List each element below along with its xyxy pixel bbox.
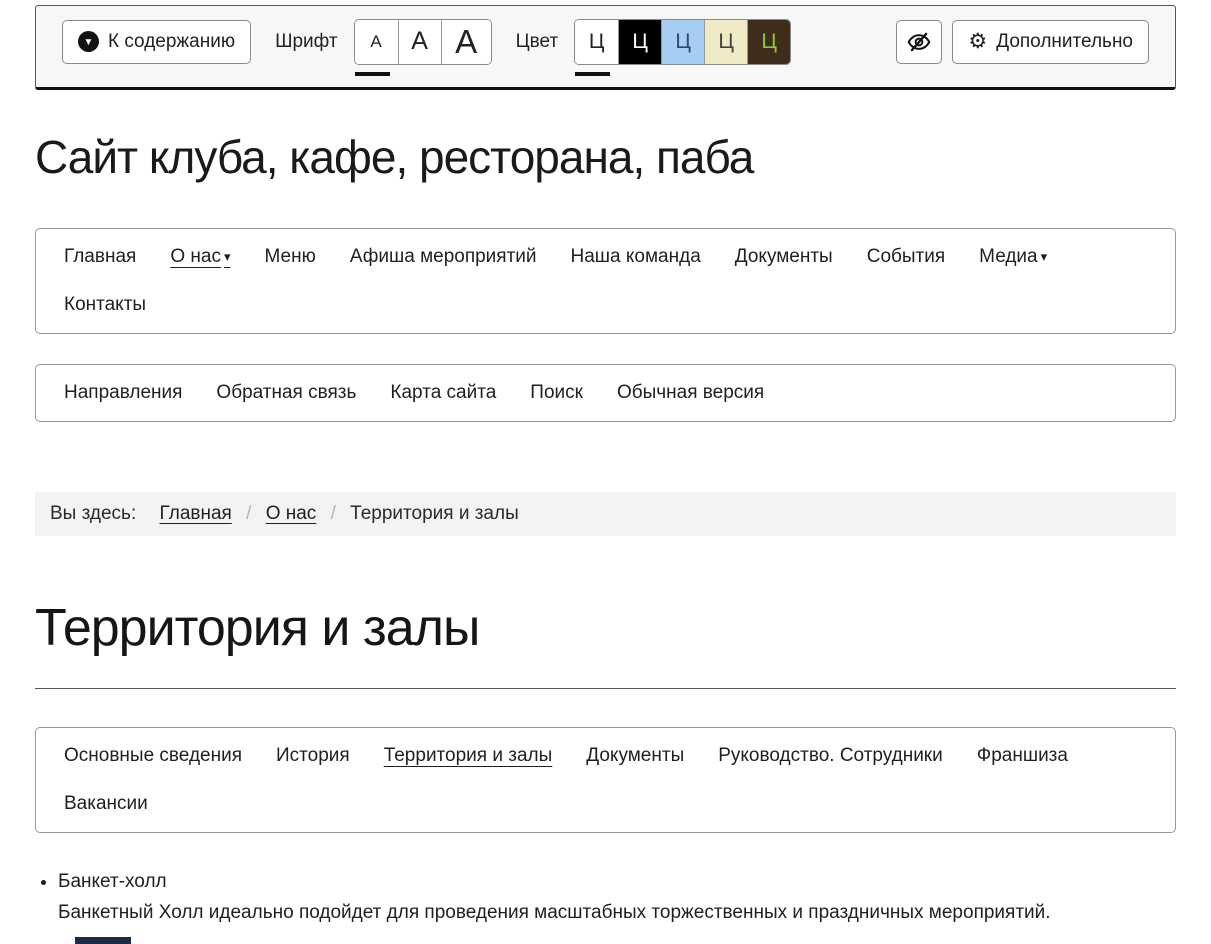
color-scheme-group: Ц Ц Ц Ц Ц [574, 19, 791, 65]
nav-item-o-nas[interactable]: О нас▾ [170, 246, 230, 268]
to-content-button[interactable]: ▼ К содержанию [62, 20, 251, 64]
nav-item-obychnaya-versiya[interactable]: Обычная версия [617, 382, 764, 404]
section-tabs: Основные сведения История Территория и з… [35, 727, 1176, 833]
nav-item-afisha[interactable]: Афиша мероприятий [350, 246, 537, 268]
breadcrumb-current: Территория и залы [350, 503, 519, 524]
breadcrumb-link-glavnaya[interactable]: Главная [160, 503, 232, 524]
color-scheme-button-5[interactable]: Ц [747, 20, 790, 64]
breadcrumb-separator: / [331, 503, 336, 524]
nav-item-napravleniya[interactable]: Направления [64, 382, 182, 404]
font-label: Шрифт [275, 31, 338, 53]
page-content: Банкет-холл Банкетный Холл идеально подо… [35, 867, 1176, 944]
site-title: Сайт клуба, кафе, ресторана, паба [35, 130, 1176, 184]
color-scheme-button-3[interactable]: Ц [661, 20, 704, 64]
main-navigation: Главная О нас▾ Меню Афиша мероприятий На… [35, 228, 1176, 334]
nav-item-obratnaya-svyaz[interactable]: Обратная связь [216, 382, 356, 404]
halls-list: Банкет-холл Банкетный Холл идеально подо… [35, 867, 1176, 929]
extra-settings-button[interactable]: ⚙ Дополнительно [952, 20, 1149, 64]
page-title: Территория и залы [35, 598, 1176, 689]
list-item: Банкет-холл Банкетный Холл идеально подо… [58, 867, 1176, 929]
tab-dokumenty[interactable]: Документы [586, 745, 684, 767]
nav-item-sobytiya[interactable]: События [867, 246, 945, 268]
nav-item-media-label: Медиа [979, 246, 1037, 267]
tab-franshiza[interactable]: Франшиза [977, 745, 1068, 767]
secondary-navigation: Направления Обратная связь Карта сайта П… [35, 364, 1176, 422]
page: ▼ К содержанию Шрифт А А А Цвет Ц Ц Ц Ц … [0, 0, 1211, 944]
tab-vakansii[interactable]: Вакансии [64, 793, 148, 815]
arrow-down-circle-icon: ▼ [78, 31, 99, 52]
content-image-top-edge [75, 937, 131, 944]
chevron-down-icon: ▾ [224, 249, 231, 264]
nav-item-komanda[interactable]: Наша команда [571, 246, 701, 268]
hall-description: Банкетный Холл идеально подойдет для про… [58, 898, 1176, 929]
font-size-button-2[interactable]: А [398, 20, 441, 64]
color-label: Цвет [516, 31, 559, 53]
nav-item-menyu[interactable]: Меню [264, 246, 315, 268]
tab-istoriya[interactable]: История [276, 745, 350, 767]
tab-rukovodstvo-sotrudniki[interactable]: Руководство. Сотрудники [718, 745, 943, 767]
nav-item-dokumenty[interactable]: Документы [735, 246, 833, 268]
nav-item-poisk[interactable]: Поиск [530, 382, 583, 404]
color-scheme-button-1[interactable]: Ц [575, 20, 618, 64]
to-content-label: К содержанию [108, 31, 235, 53]
tab-territoriya-i-zaly[interactable]: Территория и залы [384, 745, 553, 767]
nav-item-karta-sayta[interactable]: Карта сайта [390, 382, 496, 404]
nav-item-kontakty[interactable]: Контакты [64, 294, 146, 316]
images-toggle-button[interactable] [896, 20, 942, 64]
nav-item-o-nas-label: О нас [170, 246, 221, 267]
breadcrumb-link-o-nas[interactable]: О нас [266, 503, 317, 524]
breadcrumb-prefix: Вы здесь: [50, 503, 136, 524]
color-scheme-button-4[interactable]: Ц [704, 20, 747, 64]
accessibility-toolbar: ▼ К содержанию Шрифт А А А Цвет Ц Ц Ц Ц … [35, 5, 1176, 90]
nav-item-media[interactable]: Медиа ▾ [979, 246, 1047, 268]
nav-item-glavnaya[interactable]: Главная [64, 246, 136, 268]
hall-title: Банкет-холл [58, 867, 1176, 898]
font-size-group: А А А [354, 19, 492, 65]
breadcrumb-separator: / [246, 503, 251, 524]
chevron-down-icon: ▾ [1041, 249, 1048, 264]
color-scheme-button-2[interactable]: Ц [618, 20, 661, 64]
gear-icon: ⚙ [968, 31, 987, 52]
eye-slash-icon [906, 29, 932, 55]
font-size-button-1[interactable]: А [355, 20, 398, 64]
tab-osnovnye-svedeniya[interactable]: Основные сведения [64, 745, 242, 767]
extra-settings-label: Дополнительно [996, 31, 1133, 53]
breadcrumb: Вы здесь: Главная / О нас / Территория и… [35, 492, 1176, 536]
font-size-button-3[interactable]: А [441, 20, 491, 64]
